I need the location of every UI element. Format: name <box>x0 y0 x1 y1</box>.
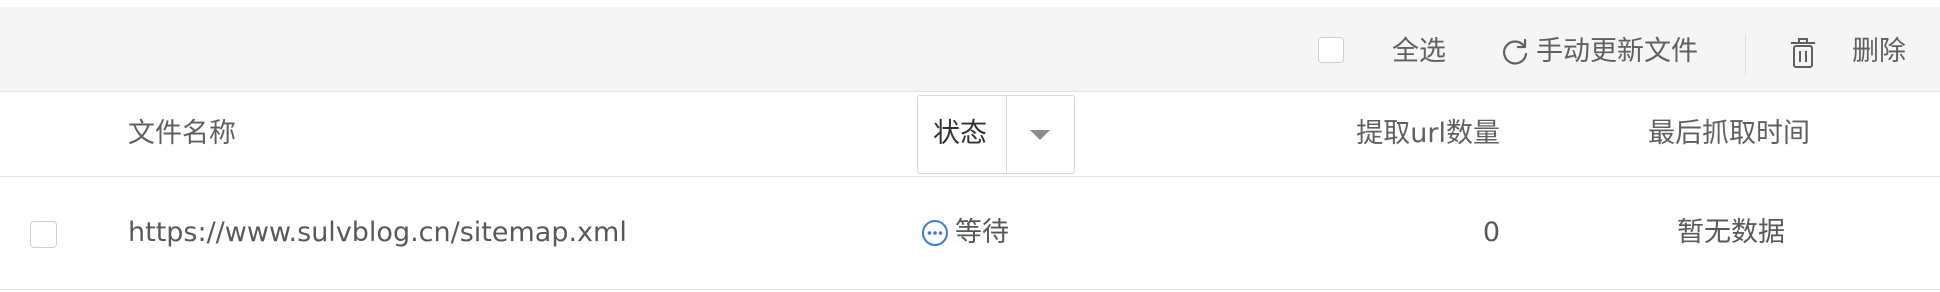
toolbar: 全选 手动更新文件 删除 <box>0 7 1940 92</box>
dropdown-separator <box>1006 96 1007 173</box>
column-header-last-crawl: 最后抓取时间 <box>1648 118 1810 149</box>
toolbar-divider <box>1745 35 1746 75</box>
column-header-status: 状态 <box>933 118 987 149</box>
table-row: https://www.sulvblog.cn/sitemap.xml 等待 0… <box>0 177 1940 290</box>
delete-button[interactable]: 删除 <box>1852 35 1906 69</box>
select-all-label[interactable]: 全选 <box>1392 35 1446 69</box>
caret-down-icon[interactable] <box>1030 130 1050 140</box>
refresh-icon[interactable] <box>1500 37 1530 67</box>
trash-icon[interactable] <box>1788 36 1818 70</box>
status-filter-dropdown[interactable]: 状态 <box>917 95 1075 174</box>
table-header: 文件名称 状态 提取url数量 最后抓取时间 <box>0 92 1940 177</box>
status-text: 等待 <box>955 217 1009 248</box>
last-crawl-value: 暂无数据 <box>1677 217 1785 248</box>
url-count-value: 0 <box>1482 217 1500 248</box>
row-checkbox[interactable] <box>30 221 57 248</box>
more-circle-icon <box>922 220 948 246</box>
sitemap-url: https://www.sulvblog.cn/sitemap.xml <box>128 217 627 248</box>
column-header-url-count: 提取url数量 <box>1356 118 1500 149</box>
column-header-name: 文件名称 <box>128 118 236 149</box>
manual-update-button[interactable]: 手动更新文件 <box>1536 35 1698 69</box>
select-all-checkbox[interactable] <box>1318 37 1344 63</box>
